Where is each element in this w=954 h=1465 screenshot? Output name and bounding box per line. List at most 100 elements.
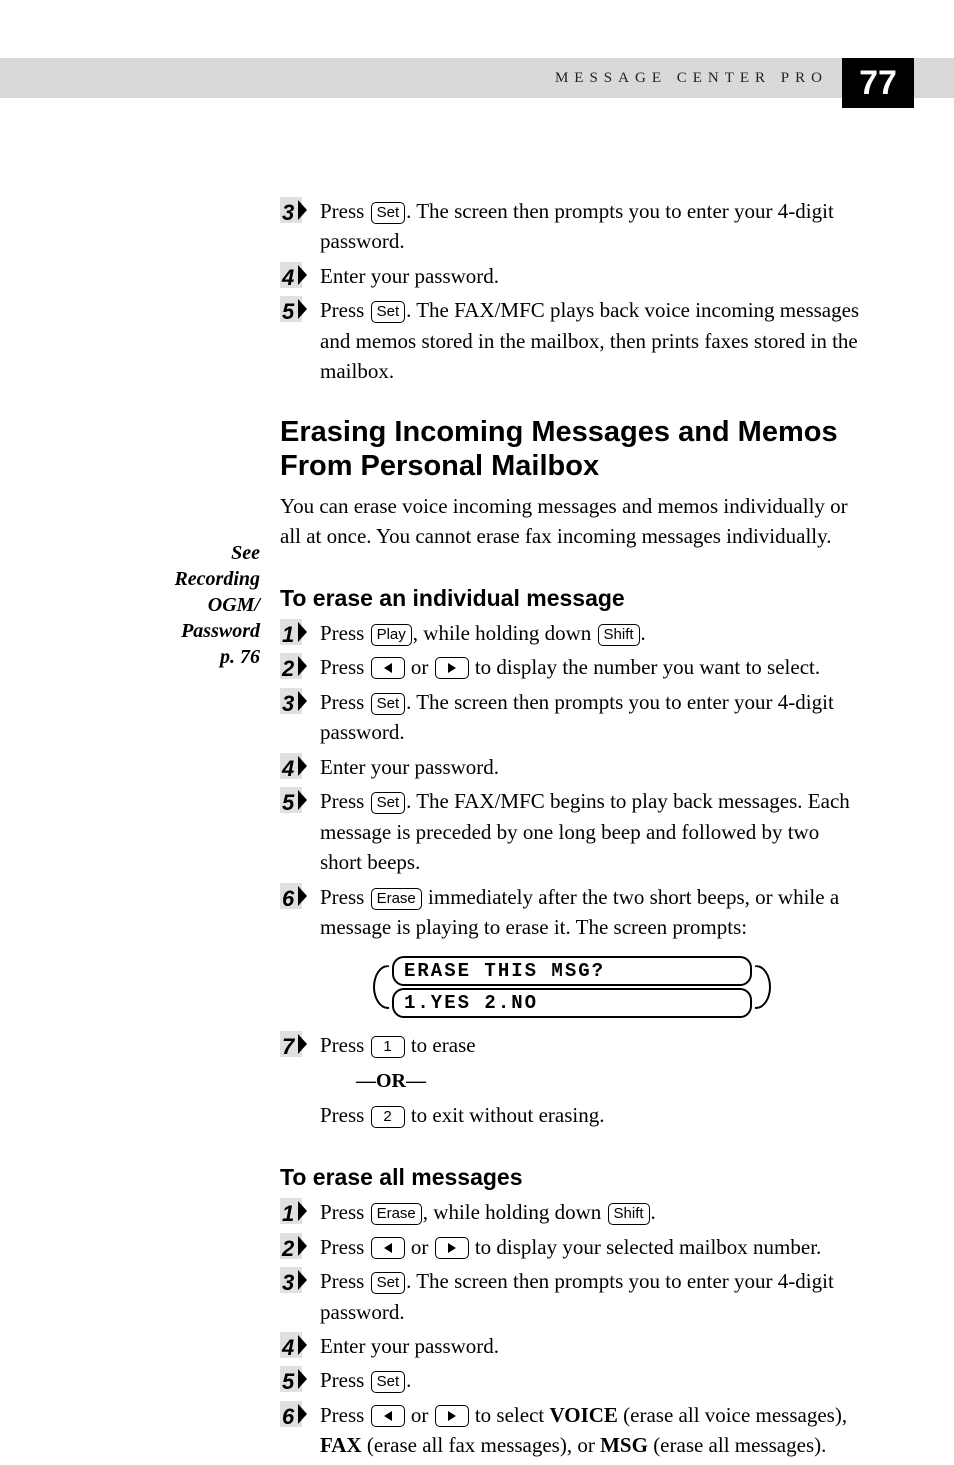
text: Press	[320, 1403, 370, 1427]
set-key: Set	[371, 1371, 406, 1393]
step-text: Press or to display the number you want …	[318, 652, 864, 682]
content-column: 3 Press Set. The screen then prompts you…	[280, 190, 864, 1465]
text: Press	[320, 655, 370, 679]
page: MESSAGE CENTER PRO 77 See Recording OGM/…	[0, 0, 954, 1348]
text: or	[406, 1235, 434, 1259]
step-number-icon: 2	[280, 653, 314, 681]
text: to exit without erasing.	[406, 1103, 605, 1127]
text: .	[406, 1368, 411, 1392]
text: Press	[320, 789, 370, 813]
step-number-icon: 5	[280, 787, 314, 815]
erase-key: Erase	[371, 1203, 422, 1225]
step-number-icon: 2	[280, 1233, 314, 1261]
lcd-row-1: ERASE THIS MSG?	[392, 956, 752, 986]
step-5: 5 Press Set. The FAX/MFC begins to play …	[280, 786, 864, 877]
step-number-icon: 7	[280, 1031, 314, 1059]
subheading-individual: To erase an individual message	[280, 585, 864, 612]
step-number-icon: 4	[280, 1332, 314, 1360]
step-4: 4 Enter your password.	[280, 261, 864, 291]
subheading-all: To erase all messages	[280, 1164, 864, 1191]
step-number-icon: 4	[280, 753, 314, 781]
text: to erase	[406, 1033, 476, 1057]
sidebar-line: Recording	[174, 568, 260, 590]
text: (erase all fax messages), or	[362, 1433, 600, 1457]
steps-individual: 1 Press Play, while holding down Shift. …	[280, 618, 864, 942]
text: Press	[320, 1368, 370, 1392]
text: (erase all messages).	[648, 1433, 826, 1457]
step-text: Press 1 to erase —OR— Press 2 to exit wi…	[318, 1030, 864, 1130]
arrow-right-key	[435, 1237, 469, 1259]
step-number-icon: 6	[280, 883, 314, 911]
set-key: Set	[371, 202, 406, 224]
step-1: 1 Press Play, while holding down Shift.	[280, 618, 864, 648]
lcd-row-2: 1.YES 2.NO	[392, 988, 752, 1018]
arrow-right-key	[435, 657, 469, 679]
shift-key: Shift	[598, 624, 640, 646]
text: or	[406, 1403, 434, 1427]
sidebar-line: OGM/	[208, 594, 260, 616]
voice-label: VOICE	[549, 1403, 617, 1427]
text: Press	[320, 690, 370, 714]
text: to select	[470, 1403, 550, 1427]
step-4: 4 Enter your password.	[280, 752, 864, 782]
step-text: Press or to display your selected mailbo…	[318, 1232, 864, 1262]
fax-label: FAX	[320, 1433, 362, 1457]
step-text: Press Set. The FAX/MFC plays back voice …	[318, 295, 864, 386]
step-text: Press Set. The screen then prompts you t…	[318, 196, 864, 257]
step-text: Enter your password.	[318, 261, 864, 291]
or-label: —OR—	[356, 1070, 426, 1092]
two-key: 2	[371, 1106, 405, 1128]
sidebar-crossref: See Recording OGM/ Password p. 76	[140, 540, 260, 670]
step-text: Press Set.	[318, 1365, 864, 1395]
step-3: 3 Press Set. The screen then prompts you…	[280, 1266, 864, 1327]
text: Press	[320, 1103, 370, 1127]
sidebar-line: p. 76	[220, 646, 260, 668]
text: , while holding down	[423, 1200, 607, 1224]
arrow-left-key	[371, 1237, 405, 1259]
text: Press	[320, 621, 370, 645]
steps-individual-end: 7 Press 1 to erase —OR— Press 2 to exit …	[280, 1030, 864, 1130]
text: .	[641, 621, 646, 645]
step-3: 3 Press Set. The screen then prompts you…	[280, 687, 864, 748]
step-text: Enter your password.	[318, 1331, 864, 1361]
text: Press	[320, 298, 370, 322]
text: to display your selected mailbox number.	[470, 1235, 822, 1259]
msg-label: MSG	[600, 1433, 648, 1457]
arrow-left-key	[371, 657, 405, 679]
header-bar: MESSAGE CENTER PRO	[0, 58, 954, 98]
set-key: Set	[371, 792, 406, 814]
step-text: Enter your password.	[318, 752, 864, 782]
text: or	[406, 655, 434, 679]
step-number-icon: 1	[280, 1198, 314, 1226]
text: .	[651, 1200, 656, 1224]
step-1: 1 Press Erase, while holding down Shift.	[280, 1197, 864, 1227]
arrow-left-key	[371, 1405, 405, 1427]
step-text: Press Play, while holding down Shift.	[318, 618, 864, 648]
erase-key: Erase	[371, 888, 422, 910]
text: Press	[320, 1200, 370, 1224]
step-number-icon: 5	[280, 1366, 314, 1394]
step-number-icon: 6	[280, 1401, 314, 1429]
play-key: Play	[371, 624, 412, 646]
step-number-icon: 1	[280, 619, 314, 647]
step-6: 6 Press or to select VOICE (erase all vo…	[280, 1400, 864, 1461]
text: Press	[320, 1269, 370, 1293]
step-number-icon: 3	[280, 1267, 314, 1295]
arrow-right-key	[435, 1405, 469, 1427]
step-3: 3 Press Set. The screen then prompts you…	[280, 196, 864, 257]
page-number-tab: 77	[842, 58, 914, 108]
step-text: Press Set. The screen then prompts you t…	[318, 687, 864, 748]
text: Press	[320, 199, 370, 223]
step-text: Press Erase immediately after the two sh…	[318, 882, 864, 943]
step-2: 2 Press or to display the number you wan…	[280, 652, 864, 682]
step-5: 5 Press Set.	[280, 1365, 864, 1395]
lcd-display: ERASE THIS MSG? 1.YES 2.NO	[280, 954, 864, 1020]
section-heading: Erasing Incoming Messages and Memos From…	[280, 415, 864, 485]
set-key: Set	[371, 693, 406, 715]
one-key: 1	[371, 1036, 405, 1058]
step-number-icon: 3	[280, 688, 314, 716]
step-number-icon: 4	[280, 262, 314, 290]
step-5: 5 Press Set. The FAX/MFC plays back voic…	[280, 295, 864, 386]
text: (erase all voice messages),	[618, 1403, 847, 1427]
set-key: Set	[371, 301, 406, 323]
